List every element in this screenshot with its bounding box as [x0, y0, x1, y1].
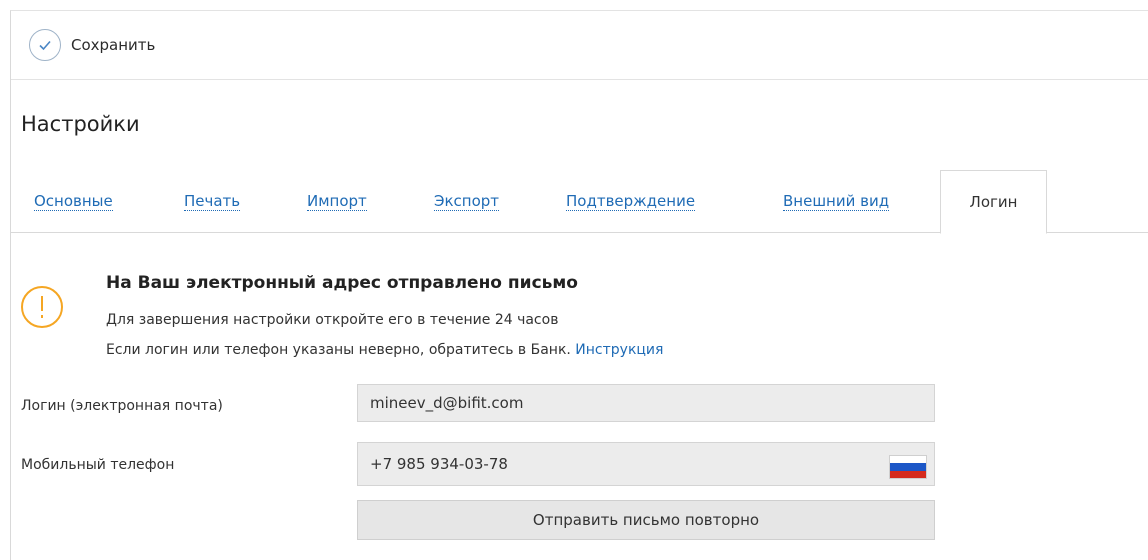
tab-bar: Основные Печать Импорт Экспорт Подтвержд… — [11, 170, 1148, 234]
login-label: Логин (электронная почта) — [21, 398, 223, 414]
tab-label: Логин — [969, 192, 1018, 211]
warning-icon — [21, 286, 63, 328]
page-title: Настройки — [21, 112, 140, 136]
notice-help-message: Если логин или телефон указаны неверно, … — [106, 342, 571, 358]
toolbar: Сохранить — [11, 11, 1148, 80]
tab-label: Внешний вид — [783, 191, 890, 211]
tab-label: Подтверждение — [566, 191, 696, 211]
resend-email-button[interactable]: Отправить письмо повторно — [357, 500, 935, 540]
tab-podtverzhdenie[interactable]: Подтверждение — [566, 170, 696, 233]
tab-osnovnye[interactable]: Основные — [34, 170, 113, 233]
tab-export[interactable]: Экспорт — [434, 170, 500, 233]
notice-title: На Ваш электронный адрес отправлено пись… — [106, 273, 578, 293]
tab-label: Основные — [34, 191, 113, 211]
phone-label: Мобильный телефон — [21, 457, 175, 473]
login-email-value: mineev_d@bifit.com — [370, 394, 524, 412]
instruction-link[interactable]: Инструкция — [575, 342, 663, 358]
tab-login[interactable]: Логин — [940, 170, 1047, 234]
tab-pechat[interactable]: Печать — [184, 170, 241, 233]
phone-value: +7 985 934-03-78 — [370, 455, 508, 473]
notice-text: Для завершения настройки откройте его в … — [106, 312, 559, 328]
tab-import[interactable]: Импорт — [307, 170, 367, 233]
russia-flag-icon — [889, 455, 927, 479]
tab-label: Экспорт — [434, 191, 500, 211]
tab-label: Импорт — [307, 191, 367, 211]
phone-field[interactable]: +7 985 934-03-78 — [357, 442, 935, 486]
login-email-field[interactable]: mineev_d@bifit.com — [357, 384, 935, 422]
tab-vneshniy-vid[interactable]: Внешний вид — [783, 170, 890, 233]
notice-help-text: Если логин или телефон указаны неверно, … — [106, 342, 866, 358]
tab-label: Печать — [184, 191, 241, 211]
check-circle-icon — [29, 29, 61, 61]
resend-email-label: Отправить письмо повторно — [532, 511, 760, 529]
save-label: Сохранить — [71, 36, 156, 54]
settings-window: Сохранить Настройки Основные Печать Импо… — [10, 10, 1148, 560]
save-button[interactable]: Сохранить — [29, 29, 155, 61]
